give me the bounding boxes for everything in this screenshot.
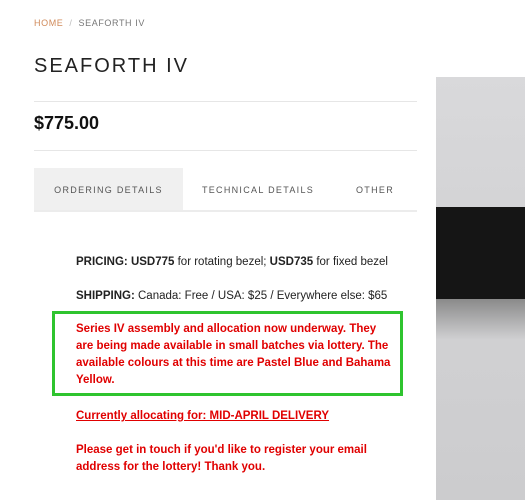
product-price: $775.00 bbox=[34, 113, 100, 133]
product-title: SEAFORTH IV bbox=[34, 55, 189, 77]
tab-ordering-details[interactable]: ORDERING DETAILS bbox=[34, 168, 183, 210]
price-divider bbox=[34, 150, 417, 151]
product-image[interactable] bbox=[436, 77, 525, 500]
pricing-fixed-text: for fixed bezel bbox=[313, 256, 388, 268]
pricing-rotating-price: USD775 bbox=[130, 256, 175, 268]
shipping-line: SHIPPING: Canada: Free / USA: $25 / Ever… bbox=[76, 290, 387, 302]
breadcrumb-home-link[interactable]: HOME bbox=[34, 18, 63, 28]
details-tabs: ORDERING DETAILS TECHNICAL DETAILS OTHER bbox=[34, 168, 417, 212]
pricing-label: PRICING: bbox=[76, 256, 128, 268]
allocating-link[interactable]: Currently allocating for: MID-APRIL DELI… bbox=[76, 408, 329, 425]
breadcrumb-separator: / bbox=[69, 18, 73, 28]
tabs-underline bbox=[34, 210, 417, 212]
shipping-text: Canada: Free / USA: $25 / Everywhere els… bbox=[134, 290, 388, 302]
series-notice: Series IV assembly and allocation now un… bbox=[76, 323, 391, 386]
breadcrumb: HOME / SEAFORTH IV bbox=[34, 18, 145, 28]
pricing-fixed-price: USD735 bbox=[269, 256, 314, 268]
breadcrumb-current: SEAFORTH IV bbox=[78, 18, 145, 28]
pricing-line: PRICING: USD775 for rotating bezel; USD7… bbox=[76, 256, 388, 268]
shipping-label: SHIPPING: bbox=[76, 290, 135, 302]
pricing-rotating-text: for rotating bezel; bbox=[174, 256, 270, 268]
title-divider bbox=[34, 101, 417, 102]
tab-other[interactable]: OTHER bbox=[333, 168, 417, 210]
watch-strap-shape bbox=[436, 207, 525, 299]
watch-strap-shadow bbox=[436, 299, 525, 339]
contact-notice: Please get in touch if you'd like to reg… bbox=[76, 444, 367, 473]
tab-technical-details[interactable]: TECHNICAL DETAILS bbox=[183, 168, 333, 210]
